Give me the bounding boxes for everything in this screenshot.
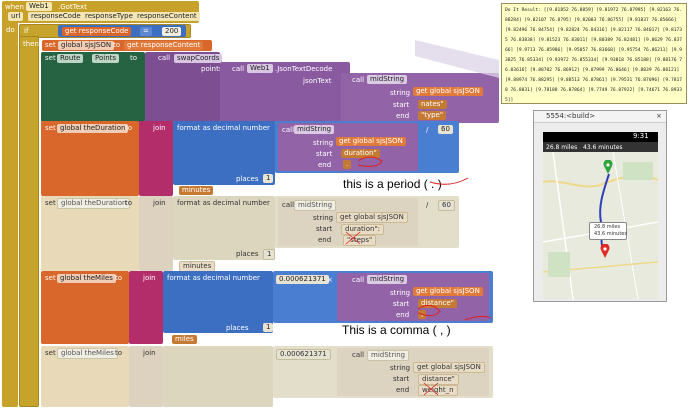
header-minutes: 43.6 minutes <box>583 144 623 151</box>
do-it-result-text: Do It Result: [[9.81852 76.8859] [9.8197… <box>505 8 683 103</box>
phone-screen[interactable]: 9:31 26.8 miles 43.6 minutes 26.8 miles … <box>543 132 658 299</box>
app-header: 26.8 miles 43.6 minutes <box>543 142 658 152</box>
emulator-titlebar[interactable]: 5554:<build> × <box>534 111 666 123</box>
header-miles: 26.8 miles <box>546 144 578 151</box>
route-line <box>599 173 610 255</box>
map-view[interactable]: 26.8 miles 43.6 minutes <box>543 152 658 299</box>
start-pin-icon[interactable] <box>603 159 613 174</box>
status-time: 9:31 <box>633 132 649 140</box>
route-info-bubble: 26.8 miles 43.6 minutes <box>589 222 627 240</box>
emulator-window[interactable]: 5554:<build> × 9:31 26.8 miles 43.6 minu… <box>533 110 667 302</box>
do-it-result-tooltip: Do It Result: [[9.81852 76.8859] [9.8197… <box>501 3 687 104</box>
bubble-minutes: 43.6 minutes <box>594 231 627 237</box>
status-bar: 9:31 <box>543 132 658 142</box>
end-pin-icon[interactable] <box>600 243 610 258</box>
emulator-close-icon[interactable]: × <box>656 112 662 121</box>
emulator-title: 5554:<build> <box>546 112 596 120</box>
